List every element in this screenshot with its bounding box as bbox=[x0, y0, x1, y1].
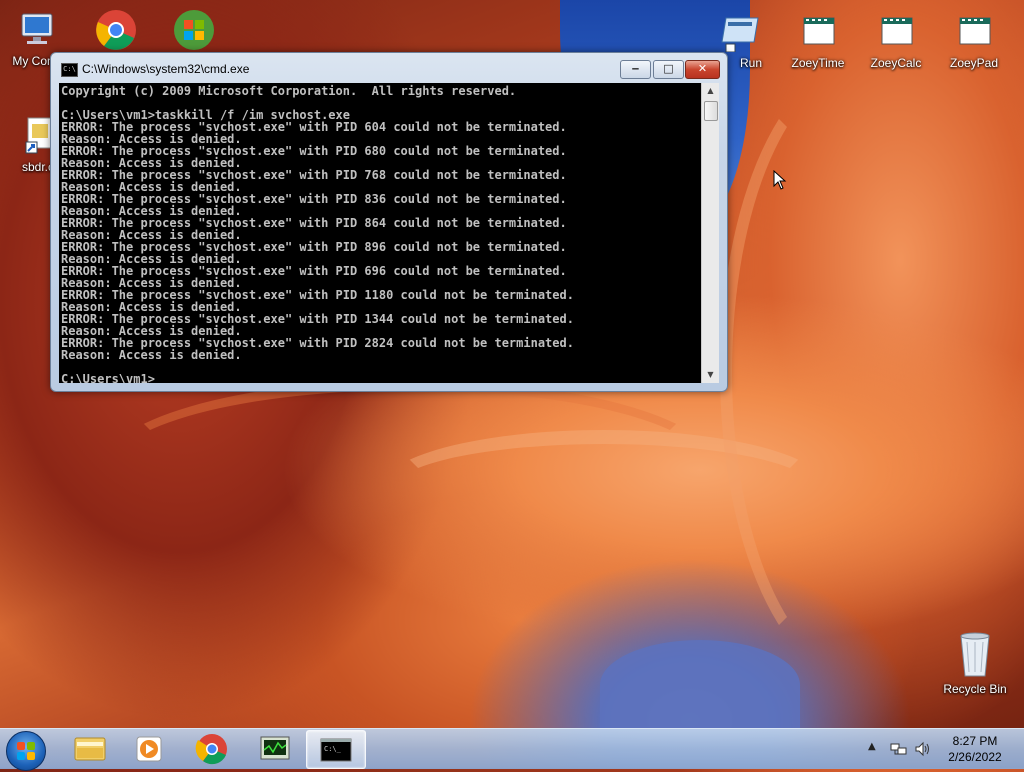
taskbar-item-explorer[interactable] bbox=[60, 730, 118, 767]
desktop-icon-zoeycalc[interactable]: ZoeyCalc bbox=[858, 12, 934, 70]
desktop-icon-chrome[interactable] bbox=[78, 8, 154, 52]
clock-date: 2/26/2022 bbox=[948, 750, 1002, 764]
volume-icon[interactable] bbox=[914, 741, 932, 757]
maximize-icon: □ bbox=[663, 62, 674, 75]
clock-time: 8:27 PM bbox=[952, 734, 998, 748]
cmd-window[interactable]: C:\ C:\Windows\system32\cmd.exe ‒ □ ✕ Co… bbox=[50, 52, 728, 392]
recycle-bin-icon bbox=[953, 630, 997, 678]
desktop-icon-label: ZoeyCalc bbox=[870, 56, 922, 70]
taskbar-clock[interactable]: 8:27 PM 2/26/2022 bbox=[935, 733, 1015, 765]
windows-logo-icon bbox=[17, 742, 35, 760]
show-hidden-icons-chevron-icon[interactable]: ▲ bbox=[868, 741, 876, 752]
film-icon bbox=[796, 12, 840, 52]
computer-icon bbox=[16, 10, 60, 50]
taskbar: C:\_ ▲ 8:27 PM 2/26/2022 bbox=[0, 728, 1024, 771]
minimize-button[interactable]: ‒ bbox=[620, 60, 651, 79]
chrome-icon bbox=[94, 8, 138, 50]
desktop-icon-label: ZoeyTime bbox=[791, 56, 845, 70]
wallpaper-pool bbox=[600, 640, 800, 730]
film-icon bbox=[874, 12, 918, 52]
console-text: Copyright (c) 2009 Microsoft Corporation… bbox=[59, 83, 701, 383]
scroll-down-arrow-icon[interactable]: ▼ bbox=[702, 367, 719, 383]
console-line: C:\Users\vm1> bbox=[61, 372, 155, 383]
close-button[interactable]: ✕ bbox=[685, 60, 720, 79]
scroll-thumb[interactable] bbox=[704, 101, 718, 121]
cmd-icon: C:\ bbox=[61, 63, 78, 77]
console-line: Copyright (c) 2009 Microsoft Corporation… bbox=[61, 84, 517, 98]
start-button[interactable] bbox=[6, 731, 46, 771]
windows-explorer-icon bbox=[74, 737, 106, 761]
svg-text:C:\_: C:\_ bbox=[324, 745, 342, 753]
wallpaper-band bbox=[720, 60, 1004, 684]
media-player-icon bbox=[136, 736, 162, 762]
cmd-title-bar[interactable]: C:\ C:\Windows\system32\cmd.exe ‒ □ ✕ bbox=[51, 53, 727, 83]
scroll-up-arrow-icon[interactable]: ▲ bbox=[702, 83, 719, 99]
taskbar-item-media-player[interactable] bbox=[120, 730, 178, 767]
film-icon bbox=[952, 12, 996, 52]
minimize-icon: ‒ bbox=[631, 62, 640, 75]
taskbar-item-task-manager[interactable] bbox=[246, 730, 304, 767]
run-icon bbox=[718, 12, 762, 53]
desktop-icon-zoeytime[interactable]: ZoeyTime bbox=[780, 12, 856, 70]
desktop-icon-label: ZoeyPad bbox=[949, 56, 999, 70]
task-manager-icon bbox=[260, 736, 290, 760]
desktop-icon-recycle-bin[interactable]: Recycle Bin bbox=[937, 630, 1013, 696]
wallpaper-band bbox=[100, 380, 720, 560]
desktop-icon-windows-update[interactable] bbox=[156, 8, 232, 52]
taskbar-item-cmd[interactable]: C:\_ bbox=[306, 730, 366, 769]
desktop-icon-zoeypad[interactable]: ZoeyPad bbox=[936, 12, 1012, 70]
cmd-icon: C:\_ bbox=[320, 738, 352, 762]
console-line: Reason: Access is denied. bbox=[61, 348, 242, 362]
taskbar-item-chrome[interactable] bbox=[183, 730, 241, 767]
network-icon[interactable] bbox=[890, 741, 908, 757]
window-title: C:\Windows\system32\cmd.exe bbox=[82, 62, 250, 76]
desktop-icon-label: Recycle Bin bbox=[943, 682, 1007, 696]
vertical-scrollbar[interactable]: ▲ ▼ bbox=[701, 83, 719, 383]
console-output[interactable]: Copyright (c) 2009 Microsoft Corporation… bbox=[59, 83, 701, 383]
maximize-button[interactable]: □ bbox=[653, 60, 684, 79]
windows-update-icon bbox=[172, 8, 216, 50]
close-icon: ✕ bbox=[697, 62, 708, 75]
chrome-icon bbox=[195, 734, 227, 765]
